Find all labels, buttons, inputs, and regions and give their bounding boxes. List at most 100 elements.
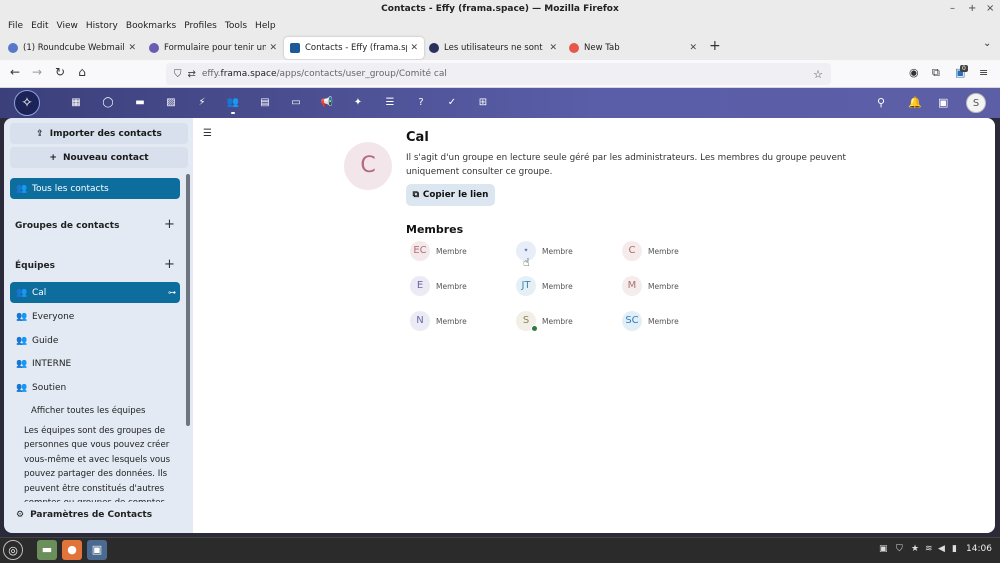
forward-arrow-icon[interactable]: → — [30, 65, 44, 79]
add-group-plus-icon[interactable]: + — [164, 217, 175, 232]
app-taskbar-icon[interactable]: ▣ — [87, 540, 107, 560]
shield-icon[interactable]: ⛉ — [174, 69, 182, 80]
volume-icon[interactable]: ◀ — [938, 544, 945, 554]
account-icon[interactable]: ◉ — [909, 66, 919, 79]
battery-icon[interactable]: ▮ — [952, 544, 957, 554]
contacts-settings-button[interactable]: ⚙ Paramètres de Contacts — [16, 510, 152, 520]
help-question-icon[interactable]: ? — [414, 96, 428, 110]
nextcloud-logo-icon[interactable]: ✧ — [14, 90, 40, 116]
tab-utilisateurs[interactable]: Les utilisateurs ne sont pas ✕ — [423, 37, 563, 59]
tab-formulaire[interactable]: Formulaire pour tenir un kio ✕ — [143, 37, 283, 59]
import-contacts-button[interactable]: ⇪ Importer des contacts — [10, 123, 188, 144]
sidebar-item-team-guide[interactable]: 👥 Guide — [10, 330, 180, 351]
circles-icon[interactable]: ✦ — [351, 96, 365, 110]
sidebar-item-team-soutien[interactable]: 👥 Soutien — [10, 377, 180, 398]
start-menu-icon[interactable]: ◎ — [3, 540, 23, 560]
tray-star-icon[interactable]: ★ — [911, 544, 919, 554]
new-contact-button[interactable]: + Nouveau contact — [10, 147, 188, 168]
extension-badge: 0 — [960, 65, 968, 72]
photos-icon[interactable]: ▨ — [164, 96, 178, 110]
reload-icon[interactable]: ↻ — [53, 65, 67, 79]
roundcube-favicon-icon — [8, 43, 18, 53]
contacts-favicon-icon — [290, 43, 300, 53]
permissions-icon[interactable]: ⇄ — [188, 69, 196, 80]
sidebar-scrollbar[interactable] — [186, 174, 190, 426]
activity-bolt-icon[interactable]: ⚡ — [195, 96, 209, 110]
menu-edit[interactable]: Edit — [27, 18, 52, 34]
tables-grid-icon[interactable]: ⊞ — [476, 96, 490, 110]
minimize-icon[interactable]: – — [950, 0, 955, 18]
member-item[interactable]: ⋆ Membre — [516, 240, 616, 262]
firefox-taskbar-icon[interactable]: ● — [62, 540, 82, 560]
member-item[interactable]: S Membre — [516, 310, 616, 332]
deck-icon[interactable]: ▭ — [289, 96, 303, 110]
search-icon[interactable]: ⚲ — [877, 96, 885, 109]
close-tab-icon[interactable]: ✕ — [549, 43, 557, 53]
member-item[interactable]: E Membre — [410, 275, 510, 297]
menu-help[interactable]: Help — [251, 18, 280, 34]
menu-tools[interactable]: Tools — [221, 18, 251, 34]
close-tab-icon[interactable]: ✕ — [410, 43, 418, 53]
contacts-app-icon[interactable]: 👥 — [226, 96, 240, 114]
user-avatar[interactable]: S — [966, 93, 986, 113]
sidebar-item-team-interne[interactable]: 👥 INTERNE — [10, 353, 180, 374]
files-folder-icon[interactable]: ▬ — [133, 96, 147, 110]
menu-profiles[interactable]: Profiles — [180, 18, 221, 34]
wifi-icon[interactable]: ≋ — [925, 544, 933, 554]
menu-file[interactable]: File — [4, 18, 27, 34]
add-team-plus-icon[interactable]: + — [164, 257, 175, 272]
close-window-icon[interactable]: × — [986, 0, 994, 18]
tab-contacts[interactable]: Contacts - Effy (frama.space ✕ — [284, 37, 424, 59]
member-item[interactable]: JT Membre — [516, 275, 616, 297]
teams-description: Les équipes sont des groupes de personne… — [24, 426, 171, 502]
notifications-bell-icon[interactable]: 🔔 — [908, 96, 922, 109]
close-tab-icon[interactable]: ✕ — [269, 43, 277, 53]
tab-list-chevron-icon[interactable]: ⌄ — [983, 38, 991, 49]
tray-app-icon[interactable]: ▣ — [879, 544, 888, 554]
person-picture-icon: ⋆ — [522, 245, 530, 256]
hamburger-menu-icon[interactable]: ≡ — [979, 66, 988, 79]
member-item[interactable]: EC Membre — [410, 240, 510, 262]
new-tab-plus-icon[interactable]: + — [709, 38, 721, 54]
member-item[interactable]: SC Membre — [622, 310, 722, 332]
tab-new-tab[interactable]: New Tab ✕ — [563, 37, 703, 59]
close-tab-icon[interactable]: ✕ — [128, 43, 136, 53]
extensions-puzzle-icon[interactable]: ⧉ — [932, 66, 940, 80]
member-item[interactable]: C Membre — [622, 240, 722, 262]
contacts-menu-icon[interactable]: ▣ — [938, 96, 948, 109]
member-role: Membre — [648, 246, 679, 256]
bookmark-star-icon[interactable]: ☆ — [813, 68, 823, 81]
member-item[interactable]: M Membre — [622, 275, 722, 297]
dashboard-icon[interactable]: ▦ — [69, 96, 83, 110]
tasks-check-icon[interactable]: ✓ — [445, 96, 459, 110]
url-bar[interactable]: ⛉ ⇄ effy. frama.space/apps/contacts/user_… — [166, 63, 831, 85]
copy-link-label: Copier le lien — [422, 190, 489, 200]
close-tab-icon[interactable]: ✕ — [689, 43, 697, 53]
sidebar-item-team-cal[interactable]: 👥 Cal ⊶ — [10, 282, 180, 303]
maximize-icon[interactable]: + — [968, 0, 976, 18]
menu-bookmarks[interactable]: Bookmarks — [122, 18, 180, 34]
announcements-megaphone-icon[interactable]: 📢 — [320, 96, 334, 110]
member-item[interactable]: N Membre — [410, 310, 510, 332]
tray-shield-icon[interactable]: ⛉ — [896, 544, 903, 554]
team-icon: 👥 — [16, 335, 28, 346]
show-all-teams-link[interactable]: Afficher toutes les équipes — [31, 406, 146, 416]
member-avatar: JT — [516, 276, 536, 296]
toggle-navigation-icon[interactable]: ☰ — [203, 128, 212, 139]
group-avatar: C — [344, 142, 392, 190]
sidebar-item-all-contacts[interactable]: 👥 Tous les contacts — [10, 178, 180, 199]
talk-icon[interactable]: ◯ — [101, 96, 115, 110]
menu-view[interactable]: View — [53, 18, 82, 34]
back-arrow-icon[interactable]: ← — [8, 65, 22, 79]
calendar-icon[interactable]: ▤ — [258, 96, 272, 110]
file-manager-icon[interactable]: ▬ — [37, 540, 57, 560]
home-icon[interactable]: ⌂ — [75, 65, 89, 79]
sidebar-item-label: Guide — [32, 335, 59, 346]
menu-history[interactable]: History — [82, 18, 122, 34]
sidebar-item-team-everyone[interactable]: 👥 Everyone — [10, 306, 180, 327]
tab-roundcube[interactable]: (1) Roundcube Webmail :: In ✕ — [2, 37, 142, 59]
copy-link-button[interactable]: ⧉ Copier le lien — [406, 184, 495, 206]
tasks-list-icon[interactable]: ☰ — [383, 96, 397, 110]
new-contact-label: Nouveau contact — [62, 152, 149, 163]
url-path: /apps/contacts/user_group/Comité cal — [276, 69, 447, 79]
